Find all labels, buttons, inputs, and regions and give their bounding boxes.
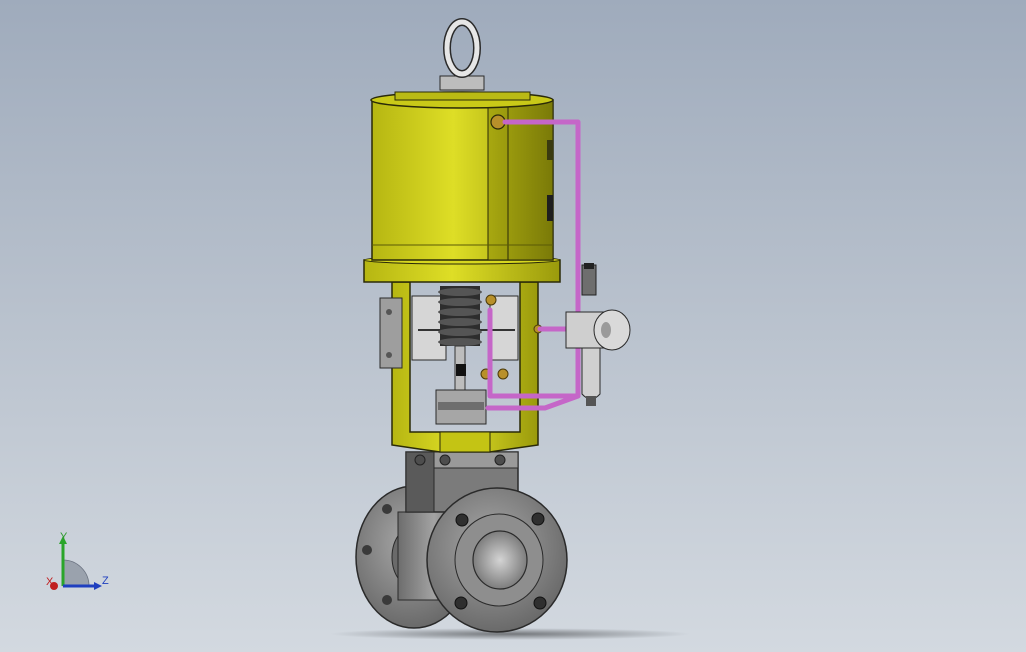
graphics-viewport[interactable]: Y Z X [0,0,1026,652]
flange-bolt-hole-icon [454,596,468,610]
front-flange[interactable] [426,487,568,633]
bonnet-bolt-icon [439,454,451,466]
mounting-bracket [379,297,403,369]
brass-nut-icon [485,294,497,306]
valve-body[interactable] [355,451,568,633]
flange-bolt-hole-icon [362,545,372,555]
axis-x-label: X [46,576,54,588]
bonnet-bolt-icon [494,454,506,466]
bellows [438,286,482,346]
orientation-triad[interactable]: Y Z X [38,530,118,600]
flange-bore [472,530,528,590]
axis-y-label: Y [60,531,68,543]
flange-bolt-hole-icon [533,596,547,610]
bonnet-bolt-icon [414,454,426,466]
flange-bolt-hole-icon [531,512,545,526]
flange-bolt-hole-icon [455,513,469,527]
triad-quadrant [62,559,90,587]
axis-z-label: Z [102,575,109,587]
flange-bolt-hole-icon [382,504,392,514]
lifting-eye-icon [439,18,485,91]
flange-bolt-hole-icon [382,595,392,605]
brass-nut-icon [497,368,509,380]
valve-model[interactable] [0,0,1026,652]
position-bracket [489,295,519,361]
actuator[interactable] [363,18,561,283]
